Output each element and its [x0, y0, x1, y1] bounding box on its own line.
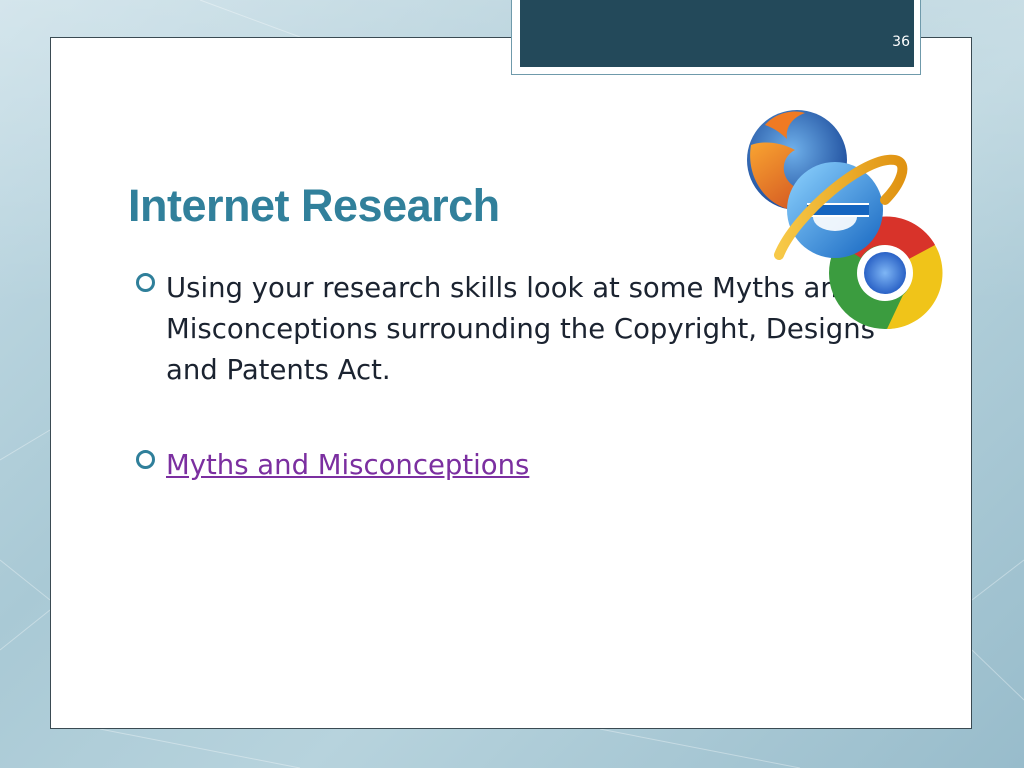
slide-number: 36: [892, 34, 910, 50]
slide-title: Internet Research: [128, 180, 500, 231]
myths-misconceptions-link[interactable]: Myths and Misconceptions: [166, 445, 886, 486]
bullet-ring-icon: [136, 273, 155, 292]
bullet-ring-icon: [136, 450, 155, 469]
header-band: [520, 0, 914, 67]
browser-logos-image: [747, 110, 943, 329]
